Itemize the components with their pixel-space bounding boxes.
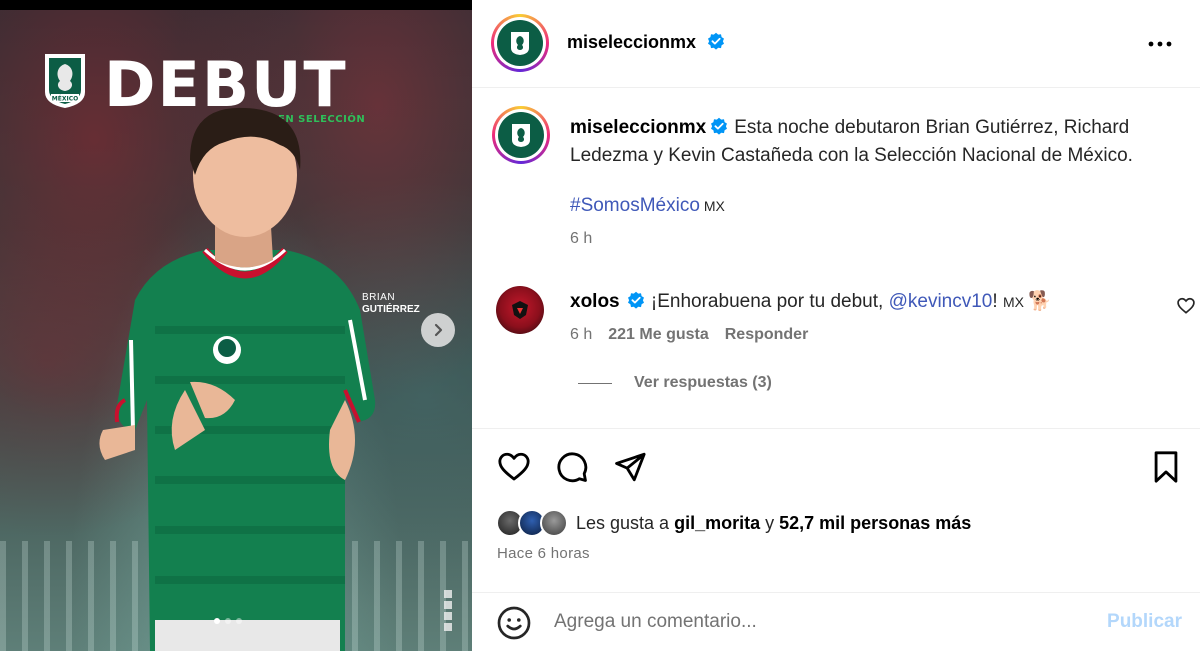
carousel-dot (236, 618, 242, 624)
comment-icon (557, 452, 588, 483)
liker-avatar (540, 509, 568, 537)
comment-button[interactable] (554, 449, 590, 485)
more-options-button[interactable] (1146, 30, 1174, 58)
likes-text: Les gusta a gil_morita y 52,7 mil person… (576, 513, 971, 534)
flag-mx: MX (1002, 294, 1024, 310)
comment-text-before: ¡Enhorabuena por tu debut, (650, 291, 889, 312)
publish-button[interactable]: Publicar (1107, 611, 1182, 633)
verified-badge-icon (711, 117, 728, 135)
likes-count[interactable]: 52,7 mil personas más (779, 513, 971, 533)
post-time-ago[interactable]: Hace 6 horas (497, 545, 590, 562)
send-icon (615, 452, 646, 482)
action-bar (472, 428, 1200, 504)
share-button[interactable] (612, 449, 648, 485)
caption-avatar[interactable] (492, 106, 550, 164)
comment-meta: 6 h 221 Me gusta Responder (570, 326, 808, 344)
likes-middle: y (760, 512, 780, 533)
caption-text-block: miseleccionmx Esta noche debutaron Brian… (570, 114, 1170, 170)
verified-badge-icon (627, 291, 644, 309)
verified-badge-icon (707, 32, 724, 50)
player-first-name: BRIAN (362, 292, 396, 303)
hashtag-link[interactable]: #SomosMéxico (570, 195, 700, 216)
dog-emoji: 🐕 (1027, 291, 1052, 312)
reply-button[interactable]: Responder (725, 326, 809, 344)
replies-divider (578, 382, 612, 384)
heart-icon (1177, 297, 1195, 314)
liker-avatars[interactable] (496, 509, 570, 537)
comment-text-after: ! (992, 291, 1003, 312)
commenter-avatar[interactable] (496, 286, 544, 334)
bookmark-icon (1154, 451, 1178, 483)
svg-text:MÉXICO: MÉXICO (52, 95, 78, 103)
smiley-icon (497, 606, 531, 640)
comment-composer: Publicar (472, 592, 1200, 651)
carousel-indicator (214, 618, 242, 624)
mention-link[interactable]: @kevincv10 (889, 291, 993, 312)
comment-text-block: xolos ¡Enhorabuena por tu debut, @kevinc… (570, 288, 1052, 316)
view-replies-button[interactable]: Ver respuestas (3) (578, 374, 772, 392)
likes-prefix: Les gusta a (576, 512, 675, 533)
carousel-dot (225, 618, 231, 624)
emoji-picker-button[interactable] (496, 605, 532, 641)
view-replies-label: Ver respuestas (3) (634, 374, 772, 391)
xolos-logo-icon (512, 301, 528, 319)
more-horizontal-icon (1148, 41, 1172, 47)
comment-likes[interactable]: 221 Me gusta (608, 326, 708, 344)
save-button[interactable] (1148, 449, 1184, 485)
sponsor-marks (444, 590, 454, 631)
sponsor-mark (444, 601, 452, 609)
carousel-next-button[interactable] (421, 313, 455, 347)
chevron-right-icon (434, 323, 443, 337)
flag-mx: MX (703, 198, 725, 214)
caption-timestamp[interactable]: 6 h (570, 230, 592, 248)
player-last-name: GUTIÉRREZ (362, 304, 420, 315)
mexico-crest-icon: MÉXICO (45, 54, 85, 108)
header-username[interactable]: miseleccionmx (567, 32, 696, 52)
post-header: miseleccionmx (472, 0, 1200, 88)
post-panel: miseleccionmx miseleccionmx Esta noche d… (472, 0, 1200, 651)
post-media[interactable]: MÉXICO DEBUT EN SELECCIÓN BRIAN GUTIÉRRE… (0, 0, 472, 651)
media-top-bar (0, 0, 472, 10)
mexico-crest-icon (511, 32, 529, 55)
sponsor-mark (444, 623, 452, 631)
caption-hashtags: #SomosMéxico MX (570, 192, 725, 220)
comment-timestamp[interactable]: 6 h (570, 326, 592, 344)
comment-input[interactable] (554, 607, 1074, 637)
player-illustration (99, 107, 376, 651)
comment-username[interactable]: xolos (570, 291, 620, 312)
comment-like-button[interactable] (1176, 296, 1196, 316)
likes-summary: Les gusta a gil_morita y 52,7 mil person… (496, 508, 971, 538)
mexico-crest-icon (512, 124, 530, 147)
sponsor-mark (444, 612, 452, 620)
carousel-dot (214, 618, 220, 624)
liker-username[interactable]: gil_morita (674, 513, 760, 533)
heart-icon (498, 452, 530, 481)
sponsor-mark (444, 590, 452, 598)
like-button[interactable] (496, 449, 532, 485)
avatar[interactable] (491, 14, 549, 72)
caption-username[interactable]: miseleccionmx (570, 117, 706, 138)
